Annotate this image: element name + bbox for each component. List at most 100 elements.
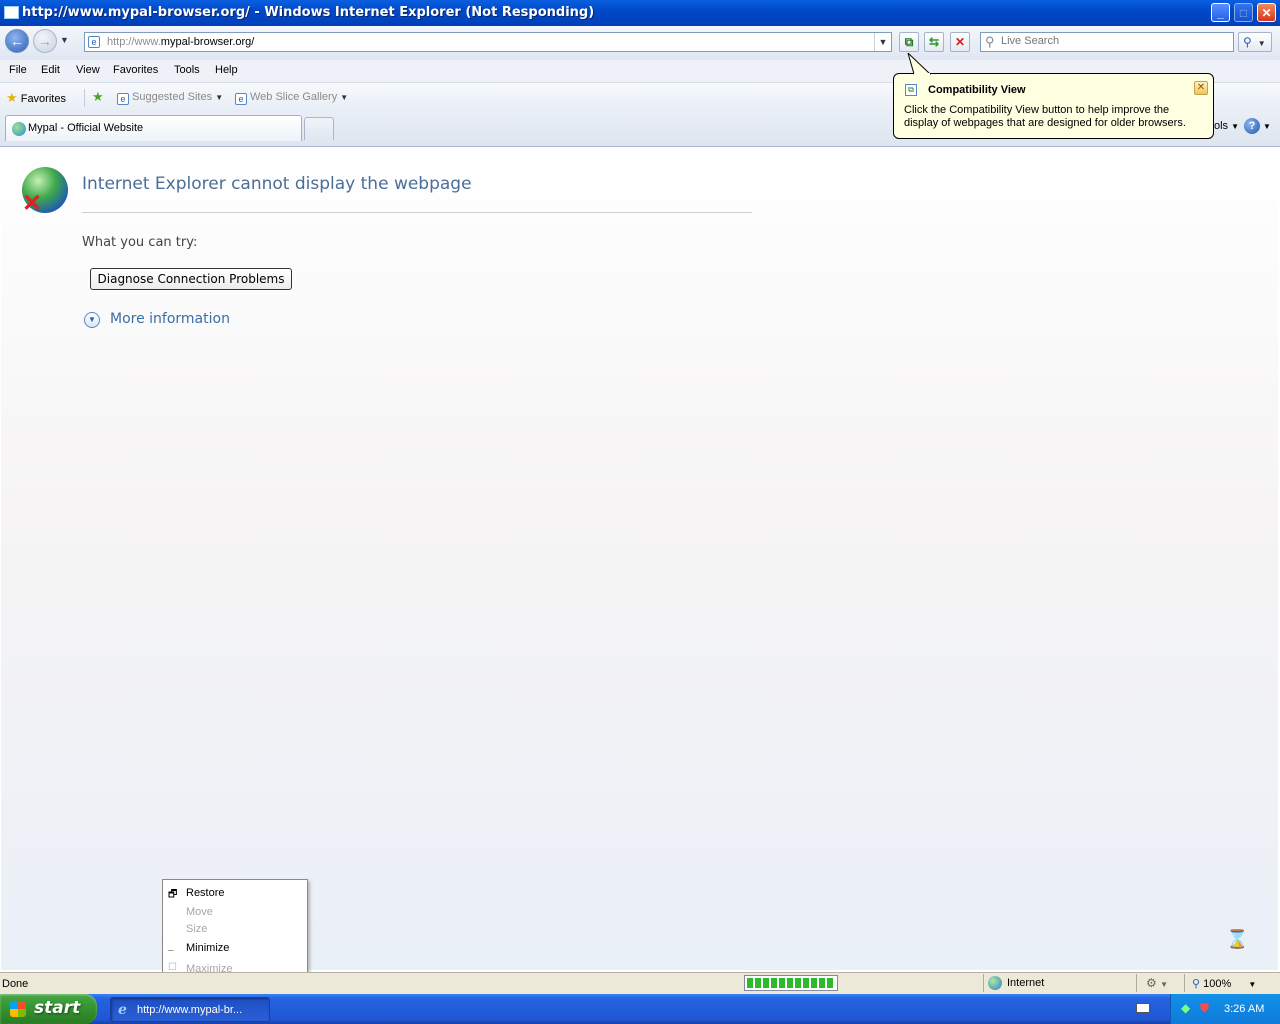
back-button[interactable]: ← — [5, 29, 29, 53]
restore-icon: 🗗 — [168, 889, 178, 900]
error-title: Internet Explorer cannot display the web… — [82, 174, 472, 194]
chevron-down-icon: ▼ — [215, 93, 224, 102]
expand-chevron-icon[interactable]: ▼ — [84, 312, 100, 328]
windows-flag-icon — [10, 1001, 26, 1017]
minimize-icon: _ — [168, 941, 174, 952]
menu-item-minimize[interactable]: Minimize — [186, 942, 229, 954]
error-x-icon: ✕ — [22, 190, 43, 217]
compatibility-view-icon: ⧉ — [905, 84, 917, 96]
ie-logo-icon: e — [118, 1002, 127, 1018]
protected-mode-icon[interactable]: ⚙ ▼ — [1146, 976, 1168, 990]
search-input[interactable] — [1001, 35, 1221, 47]
menu-favorites[interactable]: Favorites — [113, 64, 158, 76]
favorites-divider — [84, 89, 85, 107]
menu-help[interactable]: Help — [215, 64, 238, 76]
menu-file[interactable]: File — [9, 64, 27, 76]
web-slice-gallery-label: Web Slice Gallery — [250, 91, 338, 103]
page-load-progress — [744, 975, 838, 991]
progress-fill — [747, 978, 835, 988]
tab-mypal[interactable]: Mypal - Official Website — [5, 115, 302, 141]
status-divider — [1136, 974, 1137, 992]
compatibility-view-button[interactable]: ⧉ — [899, 32, 919, 52]
balloon-tail — [907, 53, 932, 75]
menu-tools[interactable]: Tools — [174, 64, 200, 76]
favorites-star-icon: ★ — [6, 90, 18, 105]
chevron-down-icon: ▼ — [1231, 122, 1240, 131]
security-shield-tray-icon[interactable]: ⛊ — [1200, 1002, 1212, 1014]
menu-edit[interactable]: Edit — [41, 64, 60, 76]
stop-icon: ✕ — [954, 35, 966, 49]
search-options-dropdown-icon[interactable]: ▼ — [1258, 39, 1266, 48]
web-slice-gallery-button[interactable]: e Web Slice Gallery ▼ — [235, 91, 348, 105]
internet-zone-icon[interactable] — [988, 976, 1002, 990]
chevron-down-icon: ▼ — [340, 93, 349, 102]
favorites-button[interactable]: ★ Favorites — [6, 90, 66, 106]
search-button[interactable]: ⚲ ▼ — [1238, 32, 1272, 52]
forward-arrow-icon: → — [38, 33, 52, 49]
page-icon: e — [88, 36, 100, 48]
new-tab-button[interactable] — [304, 117, 334, 140]
maximize-window-button[interactable]: □ — [1234, 3, 1253, 22]
status-text: Done — [2, 978, 29, 990]
back-arrow-icon: ← — [10, 33, 24, 49]
address-bar[interactable]: e http://www.mypal-browser.org/ ▼ — [84, 32, 892, 52]
tools-command-button[interactable]: ols ▼ — [1214, 120, 1239, 132]
chevron-down-icon: ▼ — [1160, 980, 1169, 989]
refresh-button[interactable]: ⇆ — [924, 32, 944, 52]
refresh-icon: ⇆ — [928, 35, 940, 49]
ie-window-icon[interactable] — [4, 6, 19, 19]
compatibility-view-icon: ⧉ — [904, 35, 914, 49]
minimize-window-button[interactable]: _ — [1211, 3, 1230, 22]
zoom-magnifier-icon: ⚲ — [1192, 978, 1201, 990]
address-dropdown-icon[interactable]: ▼ — [874, 33, 891, 51]
status-divider — [1184, 974, 1185, 992]
tools-label-fragment: ols — [1214, 120, 1229, 132]
stop-button[interactable]: ✕ — [950, 32, 970, 52]
status-bar: Done — [0, 972, 1280, 995]
url-domain: mypal-browser.org/ — [160, 36, 255, 48]
help-dropdown-icon[interactable]: ▼ — [1263, 122, 1271, 131]
system-clock[interactable]: 3:26 AM — [1224, 1003, 1264, 1015]
recent-pages-dropdown-icon[interactable]: ▼ — [60, 35, 69, 45]
taskbar-item-ie[interactable]: e http://www.mypal-br... — [110, 997, 270, 1022]
start-label: start — [34, 998, 81, 1018]
status-divider — [983, 974, 984, 992]
title-bar[interactable]: http://www.mypal-browser.org/ - Windows … — [0, 0, 1280, 26]
search-icon: ⚲ — [985, 34, 995, 49]
diagnose-connection-button[interactable]: Diagnose Connection Problems — [90, 268, 292, 290]
more-information-link[interactable]: More information — [110, 311, 230, 327]
hourglass-cursor-icon: ⌛ — [1226, 929, 1249, 949]
menu-item-move: Move — [186, 906, 213, 918]
error-divider — [82, 212, 752, 213]
help-icon[interactable]: ? — [1244, 118, 1260, 134]
search-box[interactable]: ⚲ — [980, 32, 1234, 52]
suggested-sites-label: Suggested Sites — [132, 91, 213, 103]
suggested-sites-button[interactable]: e Suggested Sites ▼ — [117, 91, 223, 105]
security-zone-label[interactable]: Internet — [1007, 977, 1044, 989]
try-label: What you can try: — [82, 235, 198, 250]
menu-item-size: Size — [186, 923, 208, 935]
balloon-close-button[interactable]: ✕ — [1194, 81, 1208, 95]
balloon-body: Click the Compatibility View button to h… — [904, 104, 1186, 129]
menu-item-restore[interactable]: Restore — [186, 887, 225, 899]
zoom-level-button[interactable]: ⚲ 100% ▼ — [1192, 977, 1256, 990]
forward-button[interactable]: → — [33, 29, 57, 53]
start-button[interactable]: start — [0, 994, 97, 1024]
keyboard-icon[interactable] — [1136, 1003, 1150, 1013]
add-to-favorites-bar-button[interactable]: ★ — [92, 89, 104, 105]
add-favorite-icon: ★ — [92, 89, 104, 104]
site-favicon-icon — [12, 122, 26, 136]
compatibility-view-balloon: ⧉ Compatibility View Click the Compatibi… — [893, 53, 1214, 139]
address-url[interactable]: http://www.mypal-browser.org/ — [107, 36, 254, 48]
tab-title: Mypal - Official Website — [28, 122, 144, 134]
close-window-button[interactable]: ✕ — [1257, 3, 1276, 22]
url-prefix: http://www. — [107, 36, 161, 48]
menu-view[interactable]: View — [76, 64, 100, 76]
window-title: http://www.mypal-browser.org/ - Windows … — [22, 5, 595, 20]
taskbar-item-title: http://www.mypal-br... — [137, 1004, 243, 1016]
network-tray-icon[interactable]: ◆ — [1181, 1002, 1193, 1014]
ie-page-icon: e — [235, 93, 247, 105]
favorites-label: Favorites — [20, 93, 66, 105]
ie-page-icon: e — [117, 93, 129, 105]
balloon-title: Compatibility View — [928, 84, 1026, 96]
